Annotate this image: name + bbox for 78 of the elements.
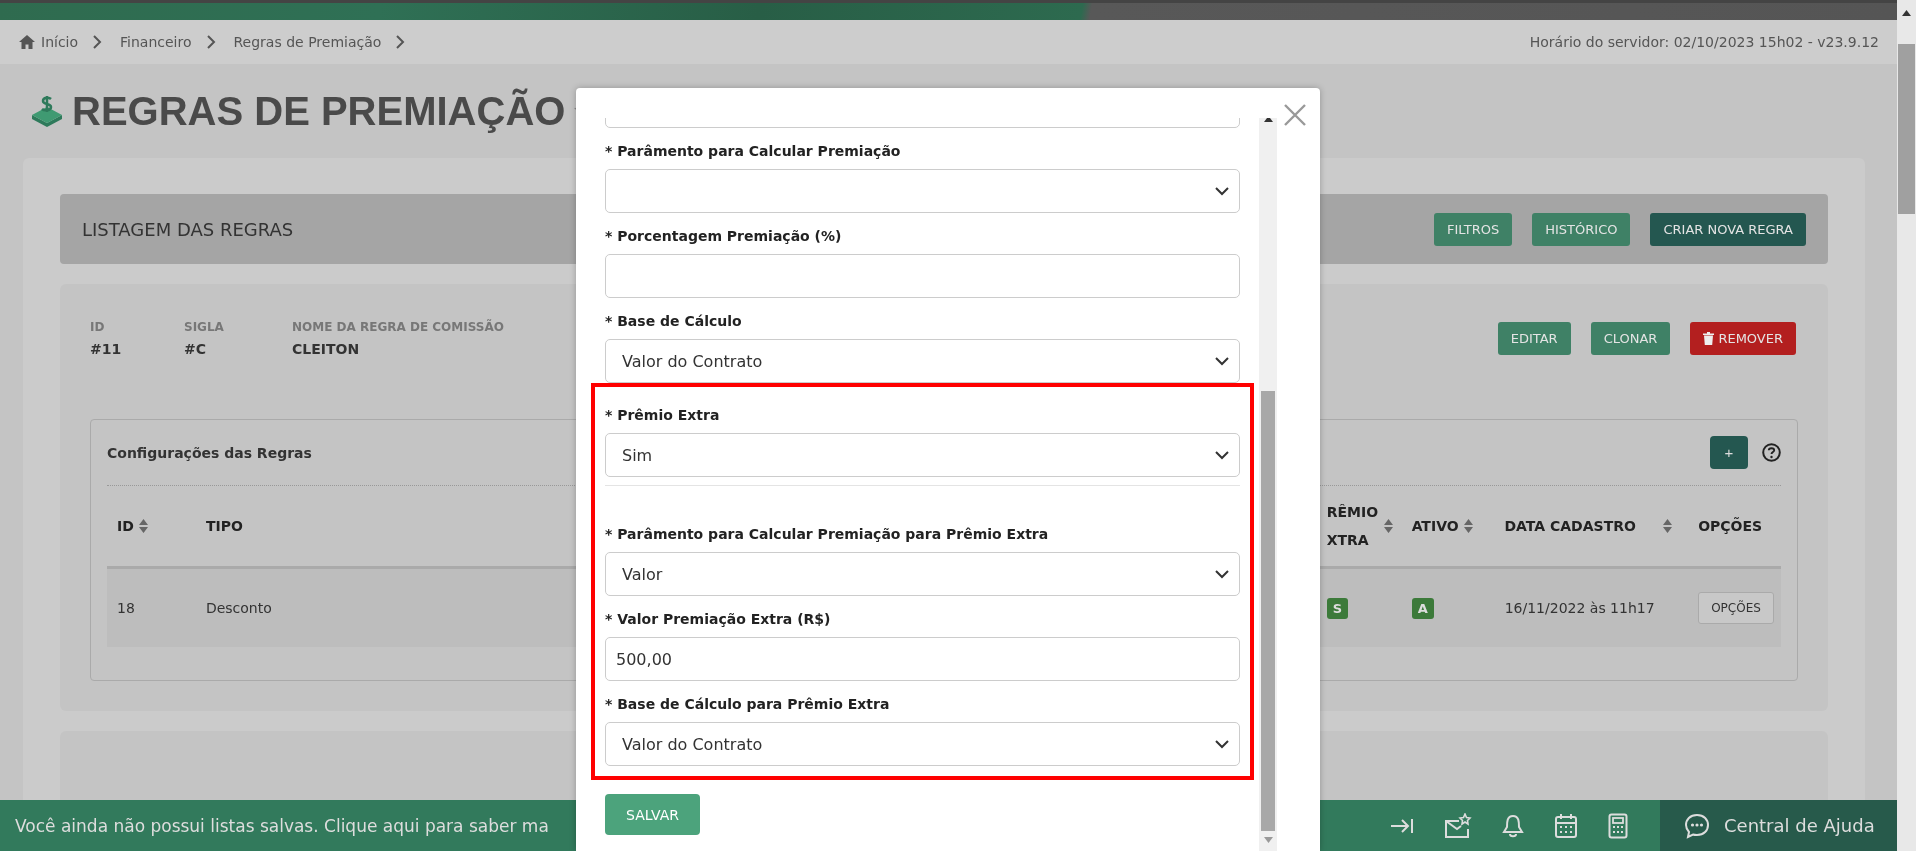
save-button[interactable]: SALVAR xyxy=(605,794,700,835)
status-badge: A xyxy=(1411,597,1434,619)
server-time: Horário do servidor: 02/10/2023 15h02 - v23.9.12 xyxy=(1529,34,1879,51)
sort-icon[interactable] xyxy=(1463,519,1473,533)
saved-lists-message[interactable]: Você ainda não possui listas salvas. Clique aqui para saber ma xyxy=(0,815,549,836)
calculator-icon[interactable] xyxy=(1608,812,1628,839)
scroll-up-icon[interactable] xyxy=(1263,118,1273,122)
breadcrumb-link[interactable]: Financeiro xyxy=(120,34,192,51)
column-header: DATA CADASTRO xyxy=(1504,518,1636,534)
field-label: * Base de Cálculo para Prêmio Extra xyxy=(605,696,891,712)
chevron-icon xyxy=(395,35,406,50)
chevron-icon xyxy=(205,35,216,50)
calendar-icon[interactable] xyxy=(1554,812,1578,839)
page-title: REGRAS DE PREMIAÇÃO xyxy=(72,88,566,134)
scroll-thumb[interactable] xyxy=(1261,391,1275,831)
chevron-down-icon xyxy=(1215,356,1229,366)
toolbar-button[interactable]: CRIAR NOVA REGRA xyxy=(1650,212,1806,246)
field-value: CLEITON xyxy=(292,341,361,357)
scroll-down-icon[interactable] xyxy=(1263,837,1273,843)
chevron-down-icon xyxy=(1215,186,1229,196)
close-icon[interactable] xyxy=(1284,104,1306,126)
chat-icon xyxy=(1684,812,1710,839)
toolbar-button[interactable]: FILTROS xyxy=(1434,212,1513,246)
breadcrumb-link[interactable]: Início xyxy=(18,34,79,51)
field-label: * Prêmio Extra xyxy=(605,407,721,423)
action-button[interactable]: CLONAR xyxy=(1590,322,1671,355)
mail-star-icon[interactable] xyxy=(1444,812,1472,839)
action-button[interactable]: REMOVER xyxy=(1690,322,1796,355)
options-button[interactable]: OPÇÕES xyxy=(1698,592,1774,624)
bell-icon[interactable] xyxy=(1502,813,1524,838)
select-field[interactable]: Valor do Contrato xyxy=(605,339,1240,383)
field-label: ID xyxy=(90,320,106,334)
trash-icon xyxy=(1703,332,1715,345)
panel-title: Configurações das Regras xyxy=(107,444,312,461)
select-field[interactable]: Valor xyxy=(605,552,1240,596)
money-box-icon xyxy=(30,95,64,128)
input-field[interactable] xyxy=(605,254,1240,298)
add-button[interactable]: + xyxy=(1710,436,1748,469)
table-cell: 16/11/2022 às 11h17 xyxy=(1504,600,1655,616)
chevron-icon xyxy=(92,35,103,50)
field-label: * Valor Premiação Extra (R$) xyxy=(605,611,832,627)
sort-icon[interactable] xyxy=(1383,519,1393,533)
field-value: #11 xyxy=(90,341,123,357)
status-badge: S xyxy=(1326,597,1349,619)
field-label: * Porcentagem Premiação (%) xyxy=(605,228,843,244)
column-header: ATIVO xyxy=(1411,518,1459,534)
field-label: NOME DA REGRA DE COMISSÃO xyxy=(292,320,504,334)
column-header: RÊMIO XTRA xyxy=(1326,503,1379,550)
action-button[interactable]: EDITAR xyxy=(1497,322,1571,355)
home-icon xyxy=(18,34,36,51)
field-label: SIGLA xyxy=(184,320,225,334)
chevron-down-icon xyxy=(1215,739,1229,749)
select-field[interactable] xyxy=(605,169,1240,213)
help-center-button[interactable]: Central de Ajuda xyxy=(1660,800,1897,851)
field-label: * Base de Cálculo xyxy=(605,313,743,329)
field-label: * Parâmento para Calcular Premiação para Prêmio Extra xyxy=(605,526,1050,542)
chevron-down-icon xyxy=(1215,450,1229,460)
column-header: TIPO xyxy=(205,518,243,534)
column-header: OPÇÕES xyxy=(1698,518,1763,534)
table-cell: Desconto xyxy=(205,600,272,616)
help-icon[interactable] xyxy=(1762,443,1781,462)
breadcrumb-link[interactable]: Regras de Premiação xyxy=(233,34,382,51)
scrollbar[interactable] xyxy=(1897,0,1916,851)
select-field[interactable]: Valor do Contrato xyxy=(605,722,1240,766)
toolbar-button[interactable]: HISTÓRICO xyxy=(1532,212,1631,246)
sort-icon[interactable] xyxy=(1663,519,1673,533)
field-label: * Parâmento para Calcular Premiação xyxy=(605,143,902,159)
chevron-down-icon xyxy=(1215,569,1229,579)
table-cell: 18 xyxy=(117,600,135,616)
column-header: ID xyxy=(117,518,134,534)
scroll-up-icon[interactable] xyxy=(1902,10,1911,16)
scrollbar[interactable] xyxy=(1259,118,1277,851)
sort-icon[interactable] xyxy=(138,519,148,533)
listing-title: LISTAGEM DAS REGRAS xyxy=(82,218,294,240)
select-field[interactable]: Sim xyxy=(605,433,1240,477)
field-value: #C xyxy=(184,341,207,357)
scroll-thumb[interactable] xyxy=(1898,44,1915,214)
input-field[interactable]: 500,00 xyxy=(605,637,1240,681)
